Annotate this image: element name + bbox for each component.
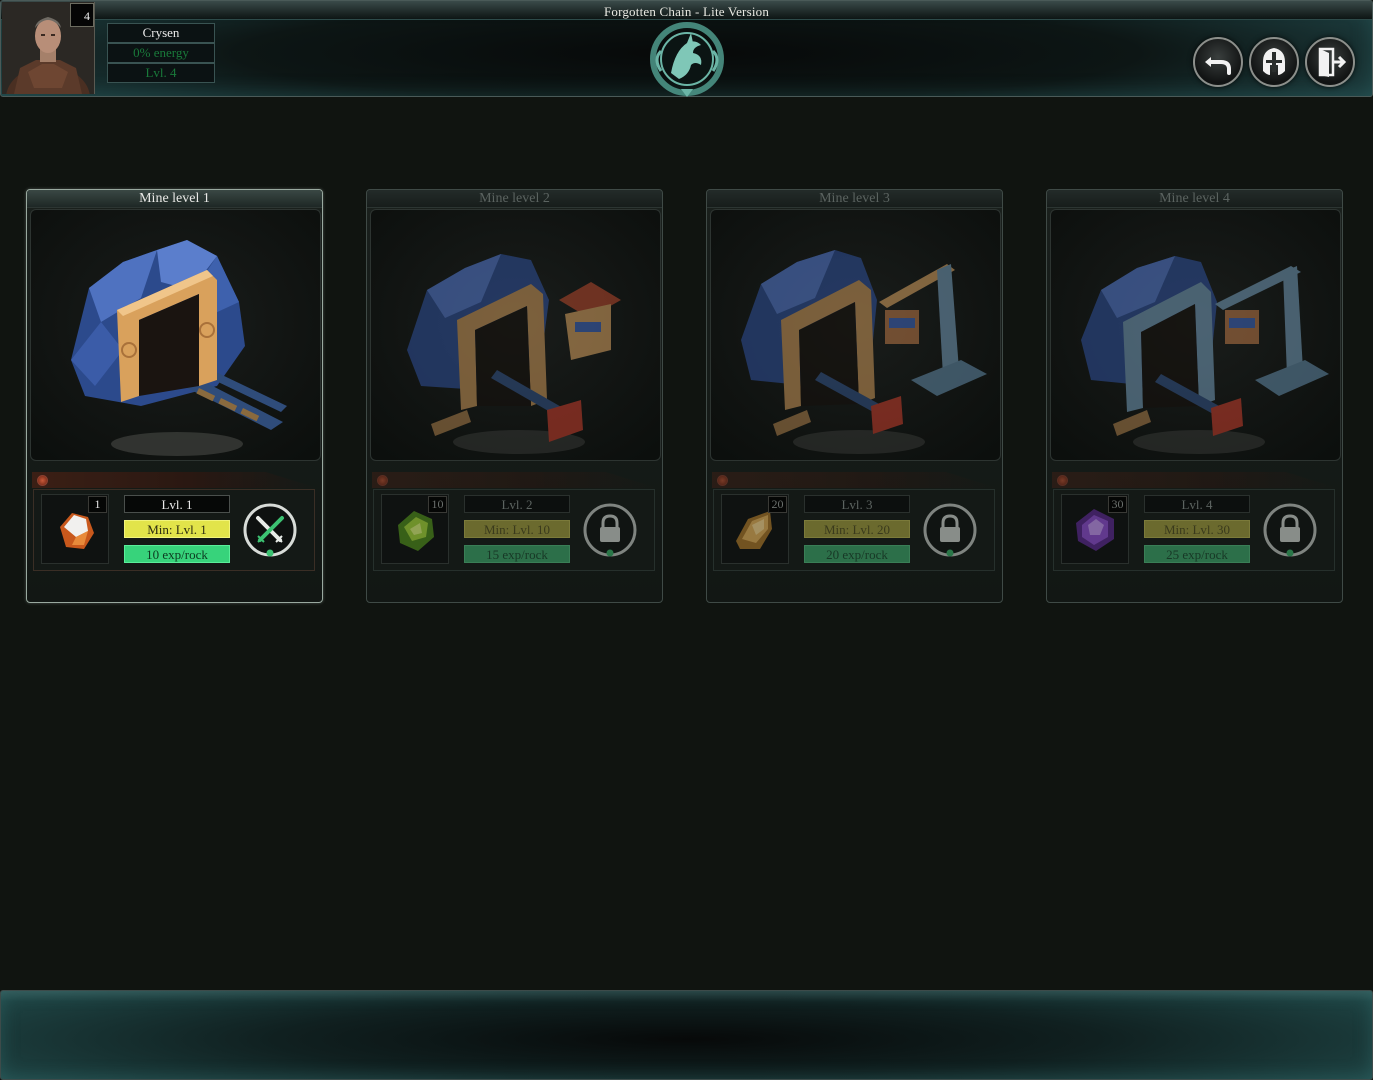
mine-info-panel: 30 Lvl. 4 Min: Lvl. 30 25 exp/rock	[1053, 489, 1335, 571]
ore-count: 20	[768, 496, 787, 513]
logout-button[interactable]	[1305, 37, 1355, 87]
mine-illustration	[370, 209, 661, 461]
card-divider	[1052, 472, 1337, 488]
mine-exp-rate: 20 exp/rock	[804, 545, 910, 563]
enter-mine-button[interactable]	[242, 502, 298, 558]
ore-slot: 10	[381, 494, 449, 564]
mine-title: Mine level 4	[1047, 190, 1342, 208]
mine-card-1[interactable]: Mine level 1 1 Lvl. 1 Min: Lvl. 1 10 exp…	[26, 189, 323, 603]
mine-card-4[interactable]: Mine level 4 30 Lvl. 4 Min: Lvl. 30 25 e…	[1046, 189, 1343, 603]
mine-entrance-icon	[1081, 256, 1329, 454]
back-button[interactable]	[1193, 37, 1243, 87]
lock-icon	[583, 503, 637, 557]
mine-info-panel: 20 Lvl. 3 Min: Lvl. 20 20 exp/rock	[713, 489, 995, 571]
ore-slot: 30	[1061, 494, 1129, 564]
game-title: Forgotten Chain - Lite Version	[603, 4, 770, 19]
exit-door-icon	[1318, 47, 1347, 77]
mine-info-panel: 1 Lvl. 1 Min: Lvl. 1 10 exp/rock	[33, 489, 315, 571]
mine-info-panel: 10 Lvl. 2 Min: Lvl. 10 15 exp/rock	[373, 489, 655, 571]
mine-exp-rate: 15 exp/rock	[464, 545, 570, 563]
card-divider	[32, 472, 317, 488]
top-bar: Forgotten Chain - Lite Version 4 Crysen …	[0, 0, 1373, 97]
ore-count: 10	[428, 496, 447, 513]
lock-icon	[923, 503, 977, 557]
dragon-emblem-icon	[641, 21, 733, 97]
crossed-swords-icon	[243, 503, 297, 557]
player-name: Crysen	[107, 23, 215, 43]
ore-count: 30	[1108, 496, 1127, 513]
mine-level: Lvl. 1	[124, 495, 230, 513]
lock-icon	[1263, 503, 1317, 557]
mine-min-level: Min: Lvl. 1	[124, 520, 230, 538]
ore-count: 1	[88, 496, 107, 513]
card-divider	[372, 472, 657, 488]
mine-level: Lvl. 2	[464, 495, 570, 513]
mine-illustration	[710, 209, 1001, 461]
mine-exp-rate: 10 exp/rock	[124, 545, 230, 563]
mine-min-level: Min: Lvl. 20	[804, 520, 910, 538]
status-dot-icon	[717, 475, 728, 486]
mine-title: Mine level 1	[27, 190, 322, 208]
mine-card-2[interactable]: Mine level 2 10 Lvl. 2 Min: Lvl. 10 15 e…	[366, 189, 663, 603]
card-divider	[712, 472, 997, 488]
helmet-icon	[1263, 48, 1285, 75]
mine-min-level: Min: Lvl. 10	[464, 520, 570, 538]
player-portrait[interactable]: 4	[2, 2, 95, 94]
mine-min-level: Min: Lvl. 30	[1144, 520, 1250, 538]
mine-entrance-icon	[71, 240, 287, 456]
mine-title: Mine level 2	[367, 190, 662, 208]
player-level-badge: 4	[70, 3, 94, 27]
back-arrow-icon	[1205, 57, 1231, 75]
bottom-bar	[0, 990, 1373, 1080]
mine-level: Lvl. 3	[804, 495, 910, 513]
mine-entrance-icon	[407, 254, 621, 454]
player-energy: 0% energy	[107, 43, 215, 63]
status-dot-icon	[37, 475, 48, 486]
locked-mine-button[interactable]	[922, 502, 978, 558]
player-level: Lvl. 4	[107, 63, 215, 83]
locked-mine-button[interactable]	[1262, 502, 1318, 558]
ore-slot: 20	[721, 494, 789, 564]
mine-level: Lvl. 4	[1144, 495, 1250, 513]
status-dot-icon	[1057, 475, 1068, 486]
mine-illustration	[30, 209, 321, 461]
mine-title: Mine level 3	[707, 190, 1002, 208]
mine-illustration	[1050, 209, 1341, 461]
locked-mine-button[interactable]	[582, 502, 638, 558]
ore-slot: 1	[41, 494, 109, 564]
character-button[interactable]	[1249, 37, 1299, 87]
status-dot-icon	[377, 475, 388, 486]
mine-exp-rate: 25 exp/rock	[1144, 545, 1250, 563]
mine-card-3[interactable]: Mine level 3 20 Lvl. 3 Min: Lvl. 20 20 e…	[706, 189, 1003, 603]
mine-entrance-icon	[741, 250, 987, 454]
